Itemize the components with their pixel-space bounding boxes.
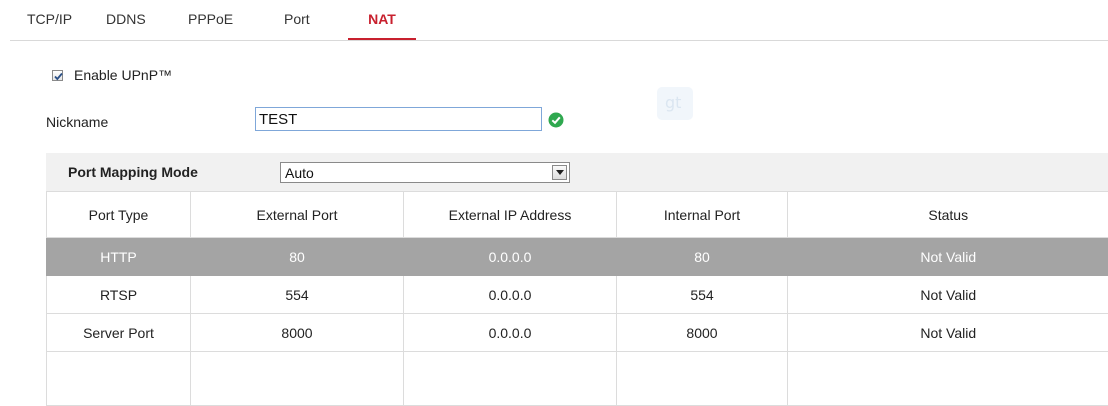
column-header-internal-port: Internal Port <box>617 192 788 238</box>
column-header-port-type: Port Type <box>47 192 191 238</box>
cell-port-type: Server Port <box>47 314 191 352</box>
table-row[interactable]: RTSP 554 0.0.0.0 554 Not Valid <box>47 276 1108 314</box>
tab-pppoe[interactable]: PPPoE <box>188 0 233 40</box>
cell-external-port: 80 <box>191 238 404 276</box>
enable-upnp-checkbox[interactable] <box>52 70 63 81</box>
port-mapping-bar: Port Mapping Mode Auto <box>46 153 1108 191</box>
tab-tcp-ip[interactable]: TCP/IP <box>27 0 72 40</box>
empty-cell <box>404 352 617 406</box>
tab-nat[interactable]: NAT <box>348 0 416 40</box>
cell-external-ip: 0.0.0.0 <box>404 314 617 352</box>
table-row[interactable]: Server Port 8000 0.0.0.0 8000 Not Valid <box>47 314 1108 352</box>
cell-port-type: RTSP <box>47 276 191 314</box>
checkmark-icon <box>53 71 64 82</box>
tab-ddns[interactable]: DDNS <box>106 0 146 40</box>
cell-status: Not Valid <box>788 276 1108 314</box>
port-mapping-mode-value: Auto <box>285 165 314 181</box>
empty-cell <box>617 352 788 406</box>
nickname-input[interactable] <box>255 107 542 131</box>
nickname-label: Nickname <box>46 114 108 130</box>
cell-external-port: 8000 <box>191 314 404 352</box>
cell-status: Not Valid <box>788 314 1108 352</box>
check-circle-icon <box>548 112 564 128</box>
cell-status: Not Valid <box>788 238 1108 276</box>
empty-cell <box>191 352 404 406</box>
cell-external-ip: 0.0.0.0 <box>404 238 617 276</box>
cell-port-type: HTTP <box>47 238 191 276</box>
tab-port[interactable]: Port <box>284 0 310 40</box>
table-header-row: Port Type External Port External IP Addr… <box>47 192 1108 238</box>
cell-external-port: 554 <box>191 276 404 314</box>
translate-icon[interactable]: gt <box>657 87 693 120</box>
table-row[interactable]: HTTP 80 0.0.0.0 80 Not Valid <box>47 238 1108 276</box>
chevron-down-icon[interactable] <box>552 165 567 180</box>
table-row-empty <box>47 352 1108 406</box>
cell-internal-port: 8000 <box>617 314 788 352</box>
column-header-external-ip: External IP Address <box>404 192 617 238</box>
cell-internal-port: 80 <box>617 238 788 276</box>
port-mapping-mode-select[interactable]: Auto <box>280 162 570 183</box>
cell-external-ip: 0.0.0.0 <box>404 276 617 314</box>
port-mapping-mode-label: Port Mapping Mode <box>68 164 198 180</box>
empty-cell <box>788 352 1108 406</box>
column-header-status: Status <box>788 192 1108 238</box>
cell-internal-port: 554 <box>617 276 788 314</box>
column-header-external-port: External Port <box>191 192 404 238</box>
tab-bar: TCP/IP DDNS PPPoE Port NAT <box>10 0 1108 41</box>
port-mapping-table: Port Type External Port External IP Addr… <box>46 191 1108 406</box>
empty-cell <box>47 352 191 406</box>
enable-upnp-label: Enable UPnP™ <box>74 67 172 83</box>
